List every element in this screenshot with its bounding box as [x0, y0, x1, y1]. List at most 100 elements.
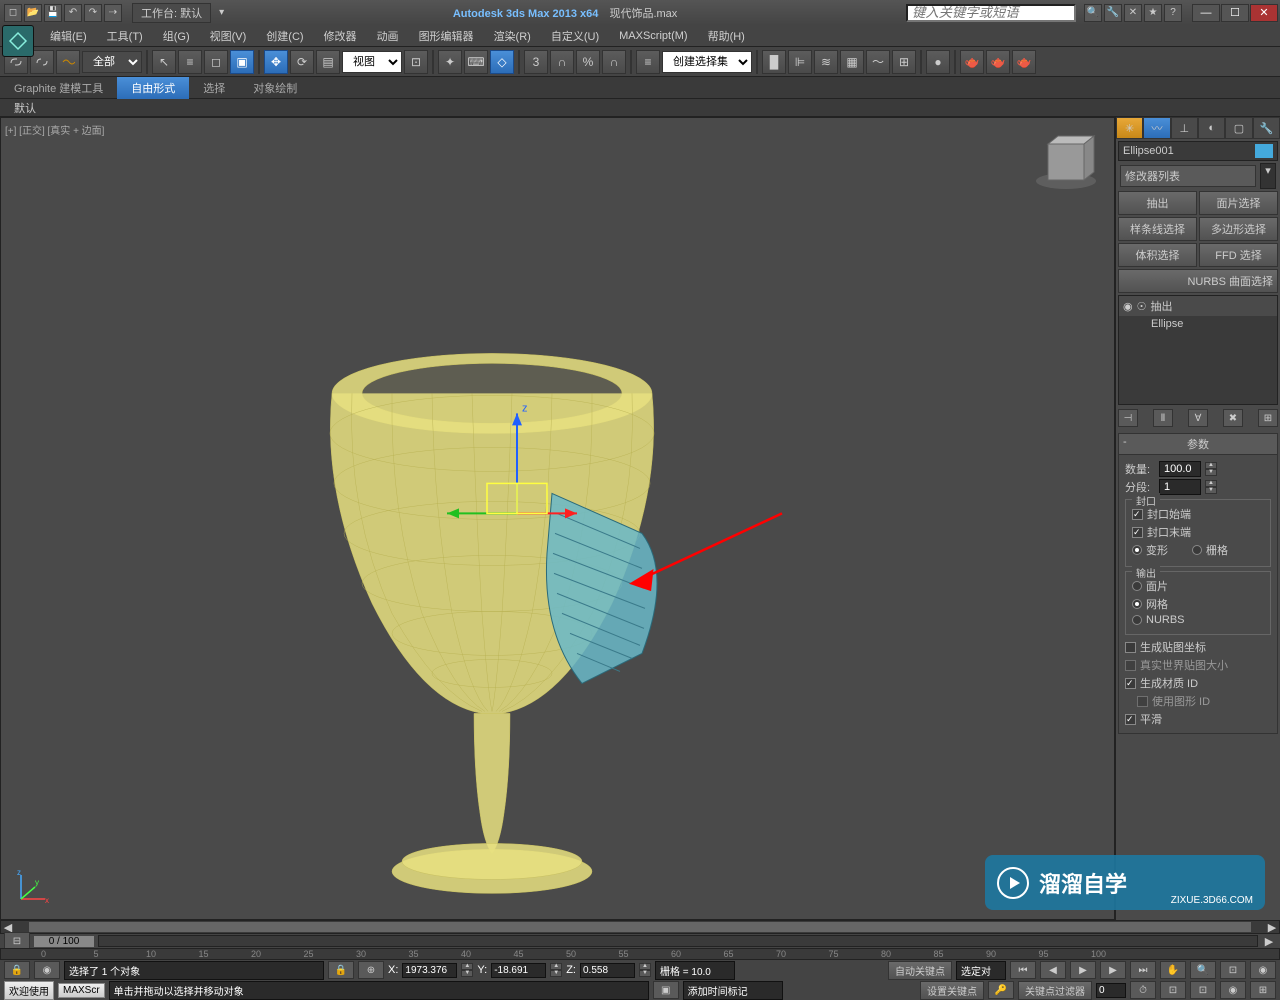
curve-editor-icon[interactable]: ～ [866, 50, 890, 74]
time-slider[interactable] [98, 935, 1258, 947]
modifier-list-dropdown[interactable]: 修改器列表 [1120, 165, 1256, 187]
motion-tab-icon[interactable]: ◐ [1198, 117, 1225, 139]
quick-btn-ffdsel[interactable]: FFD 选择 [1199, 243, 1278, 267]
abs-rel-icon[interactable]: ⊕ [358, 961, 384, 979]
set-key-button[interactable]: 设置关键点 [920, 981, 984, 1000]
ribbon-tab-selection[interactable]: 选择 [189, 77, 239, 99]
pivot-center-icon[interactable]: ⊡ [404, 50, 428, 74]
real-world-checkbox[interactable] [1125, 660, 1136, 671]
utilities-tab-icon[interactable]: 🔧 [1253, 117, 1280, 139]
undo-icon[interactable]: ↶ [64, 4, 82, 22]
patch-radio[interactable] [1132, 581, 1142, 591]
welcome-button[interactable]: 欢迎使用 [4, 981, 54, 1000]
y-coord-field[interactable]: -18.691 [491, 963, 546, 978]
prev-frame-icon[interactable]: ◀ [1040, 961, 1066, 979]
quick-btn-polysel[interactable]: 多边形选择 [1199, 217, 1278, 241]
grid-radio[interactable] [1192, 545, 1202, 555]
render-production-icon[interactable]: 🫖 [1012, 50, 1036, 74]
select-object-icon[interactable]: ↖ [152, 50, 176, 74]
segments-spinner[interactable]: 1 [1159, 479, 1201, 495]
render-setup-icon[interactable]: 🫖 [960, 50, 984, 74]
make-unique-icon[interactable]: ∀ [1188, 409, 1208, 427]
menu-help[interactable]: 帮助(H) [698, 25, 755, 47]
exchange-icon[interactable]: ✕ [1124, 4, 1142, 22]
quick-btn-patchsel[interactable]: 面片选择 [1199, 191, 1278, 215]
select-by-name-icon[interactable]: ≡ [178, 50, 202, 74]
hierarchy-tab-icon[interactable]: ⊥ [1171, 117, 1198, 139]
keyboard-shortcut-icon[interactable]: ⌨ [464, 50, 488, 74]
modifier-base-ellipse[interactable]: Ellipse [1119, 316, 1277, 332]
tools-icon[interactable]: 🔧 [1104, 4, 1122, 22]
application-menu-button[interactable] [2, 25, 34, 57]
link-icon[interactable]: ⇢ [104, 4, 122, 22]
z-coord-field[interactable]: 0.558 [580, 963, 635, 978]
minimize-button[interactable]: — [1192, 4, 1220, 22]
nav-region-zoom-icon[interactable]: ⊡ [1190, 981, 1216, 999]
lock-selection-icon[interactable]: 🔒 [4, 961, 30, 979]
quick-btn-volsel[interactable]: 体积选择 [1118, 243, 1197, 267]
named-selection-dropdown[interactable]: 创建选择集 [662, 51, 752, 73]
rendered-frame-icon[interactable]: 🫖 [986, 50, 1010, 74]
named-selection-icon[interactable]: ≡ [636, 50, 660, 74]
add-time-tag[interactable]: 添加时间标记 [683, 981, 783, 1000]
menu-group[interactable]: 组(G) [153, 25, 200, 47]
mesh-radio[interactable] [1132, 599, 1142, 609]
viewport-scrollbar-h[interactable]: ◀▶ [0, 920, 1280, 934]
open-icon[interactable]: 📂 [24, 4, 42, 22]
autokey-button[interactable]: 自动关键点 [888, 961, 952, 980]
play-icon[interactable]: ▶ [1070, 961, 1096, 979]
window-crossing-icon[interactable]: ▣ [230, 50, 254, 74]
smooth-checkbox[interactable] [1125, 714, 1136, 725]
nurbs-radio[interactable] [1132, 615, 1142, 625]
close-button[interactable]: ✕ [1250, 4, 1278, 22]
ribbon-tab-objectpaint[interactable]: 对象绘制 [239, 77, 311, 99]
spinner-snap-icon[interactable]: % [576, 50, 600, 74]
quick-btn-nurbs[interactable]: NURBS 曲面选择 [1118, 269, 1278, 293]
viewport-label[interactable]: [+] [正交] [真实 + 边面] [5, 122, 104, 137]
rollout-header[interactable]: 参数 [1119, 434, 1277, 455]
time-config-icon[interactable]: ⏱ [1130, 981, 1156, 999]
quick-btn-extrude[interactable]: 抽出 [1118, 191, 1197, 215]
toggle-ribbon-icon[interactable]: ▦ [840, 50, 864, 74]
nav-zoom-icon[interactable]: 🔍 [1190, 961, 1216, 979]
modify-tab-icon[interactable]: 〰 [1143, 117, 1170, 139]
viewport[interactable]: [+] [正交] [真实 + 边面] [0, 117, 1115, 920]
angle-snap-icon[interactable]: 3 [524, 50, 548, 74]
object-name-field[interactable]: Ellipse001 [1118, 141, 1278, 161]
create-tab-icon[interactable]: ✳ [1116, 117, 1143, 139]
nav-maximize-icon[interactable]: ⊞ [1250, 981, 1276, 999]
nav-orbit-icon[interactable]: ◉ [1250, 961, 1276, 979]
menu-rendering[interactable]: 渲染(R) [484, 25, 541, 47]
schematic-view-icon[interactable]: ⊞ [892, 50, 916, 74]
menu-animation[interactable]: 动画 [367, 25, 409, 47]
select-region-icon[interactable]: ◻ [204, 50, 228, 74]
infocenter-icon[interactable]: 🔍 [1084, 4, 1102, 22]
nav-pan-icon[interactable]: ✋ [1160, 961, 1186, 979]
maximize-button[interactable]: ☐ [1221, 4, 1249, 22]
goto-start-icon[interactable]: ⏮ [1010, 961, 1036, 979]
bind-spacewarp-icon[interactable] [56, 50, 80, 74]
use-shapeid-checkbox[interactable] [1137, 696, 1148, 707]
configure-sets-icon[interactable]: ⊞ [1258, 409, 1278, 427]
x-coord-field[interactable]: 1973.376 [402, 963, 457, 978]
goto-end-icon[interactable]: ⏭ [1130, 961, 1156, 979]
menu-grapheditors[interactable]: 图形编辑器 [409, 25, 484, 47]
align-icon[interactable]: ⊫ [788, 50, 812, 74]
select-rotate-icon[interactable]: ⟳ [290, 50, 314, 74]
select-scale-icon[interactable]: ▤ [316, 50, 340, 74]
snap-toggle-icon[interactable]: ◇ [490, 50, 514, 74]
modifier-stack[interactable]: ◉☉抽出 Ellipse [1118, 295, 1278, 405]
star-icon[interactable]: ★ [1144, 4, 1162, 22]
cap-end-checkbox[interactable] [1132, 527, 1143, 538]
mirror-icon[interactable]: ▐▌ [762, 50, 786, 74]
display-tab-icon[interactable]: ▢ [1225, 117, 1252, 139]
percent-snap-icon[interactable]: ∩ [550, 50, 574, 74]
modifier-extrude[interactable]: ◉☉抽出 [1119, 296, 1277, 316]
time-slider-label[interactable]: 0 / 100 [34, 936, 94, 947]
material-editor-icon[interactable]: ● [926, 50, 950, 74]
macro-recorder-icon[interactable]: ▣ [653, 981, 679, 999]
menu-modifiers[interactable]: 修改器 [314, 25, 367, 47]
ribbon-tab-graphite[interactable]: Graphite 建模工具 [0, 77, 117, 99]
key-mode-dropdown[interactable]: 选定对 [956, 961, 1006, 980]
time-ruler[interactable]: 0510152025303540455055606570758085909510… [0, 948, 1280, 960]
